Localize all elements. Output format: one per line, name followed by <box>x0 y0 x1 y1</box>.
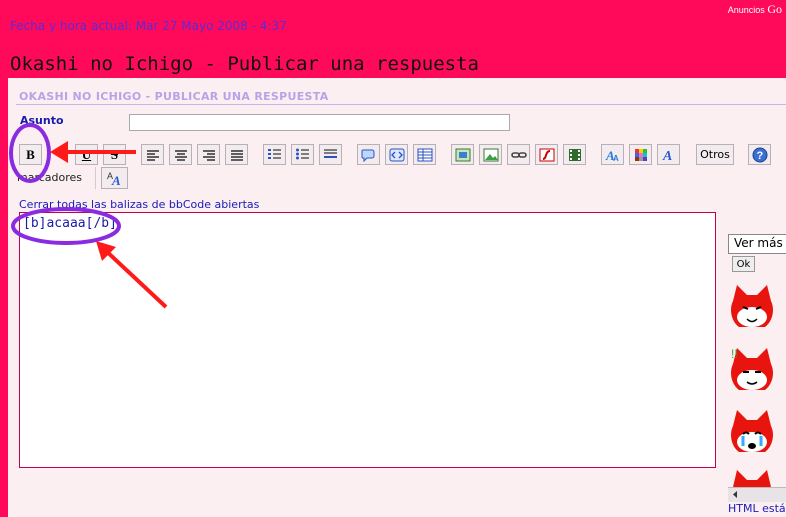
separator <box>95 167 96 189</box>
svg-text:A: A <box>662 149 672 162</box>
video-button[interactable] <box>563 144 586 165</box>
markers-label: marcadores <box>17 171 83 184</box>
link-button[interactable] <box>507 144 530 165</box>
horizontal-rule-icon <box>324 149 337 158</box>
close-all-tags-link[interactable]: Cerrar todas las balizas de bbCode abier… <box>19 198 259 211</box>
font-size-button[interactable]: AA <box>101 167 128 189</box>
ok-button[interactable]: Ok <box>732 256 755 272</box>
unordered-list-icon <box>296 148 309 160</box>
ads-brand: Go <box>767 2 782 16</box>
font-color-button[interactable]: AA <box>601 144 624 165</box>
current-datetime: Fecha y hora actual: Mar 27 Mayo 2008 - … <box>10 19 287 33</box>
code-icon <box>389 148 404 161</box>
align-left-button[interactable] <box>141 144 164 165</box>
bold-icon: B <box>26 146 35 162</box>
quote-icon <box>361 149 374 162</box>
strike-icon: S <box>110 146 119 162</box>
ads-text: Anuncios <box>727 5 765 15</box>
font-face-icon: A <box>662 149 672 162</box>
horizontal-rule-button[interactable] <box>319 144 342 165</box>
unordered-list-button[interactable] <box>291 144 314 165</box>
align-center-icon <box>174 149 187 161</box>
smiley-fox-crying-icon[interactable] <box>729 408 775 458</box>
ordered-list-button[interactable] <box>263 144 286 165</box>
svg-text:A: A <box>111 173 121 186</box>
table-button[interactable] <box>413 144 436 165</box>
quote-button[interactable] <box>357 144 380 165</box>
help-icon: ? <box>752 147 767 162</box>
ver-mas-select[interactable]: Ver más <box>728 234 786 254</box>
justify-button[interactable] <box>225 144 248 165</box>
align-right-icon <box>202 149 215 161</box>
smiley-fox-partial-icon[interactable] <box>729 468 775 487</box>
color-grid-button[interactable] <box>629 144 652 165</box>
justify-icon <box>230 149 243 161</box>
picture-button[interactable] <box>479 144 502 165</box>
font-face-button[interactable]: A <box>657 144 680 165</box>
underline-button[interactable]: U <box>75 144 98 165</box>
code-button[interactable] <box>385 144 408 165</box>
picture-icon <box>483 148 498 161</box>
horizontal-scrollbar[interactable] <box>728 487 786 502</box>
table-icon <box>417 148 432 161</box>
help-button[interactable]: ? <box>748 144 771 165</box>
scroll-left-icon[interactable] <box>729 488 741 501</box>
font-size-icon: AA <box>107 171 121 186</box>
svg-text:?: ? <box>756 150 763 162</box>
subject-label: Asunto <box>20 114 64 127</box>
link-icon <box>510 151 527 158</box>
ordered-list-icon <box>268 149 281 159</box>
flash-button[interactable] <box>535 144 558 165</box>
underline-icon: U <box>81 146 92 162</box>
strike-button[interactable]: S <box>103 144 126 165</box>
subject-input[interactable] <box>129 114 510 131</box>
page-title: Okashi no Ichigo - Publicar una respuest… <box>10 53 479 75</box>
image-button[interactable] <box>451 144 474 165</box>
svg-text:A: A <box>613 154 619 162</box>
divider <box>16 104 786 105</box>
svg-text:!!: !! <box>731 347 738 361</box>
bold-button[interactable]: B <box>19 144 42 165</box>
color-grid-icon <box>634 148 647 161</box>
others-button[interactable]: Otros <box>696 144 734 165</box>
align-center-button[interactable] <box>169 144 192 165</box>
ads-label[interactable]: Anuncios Go <box>728 2 782 17</box>
html-status-link[interactable]: HTML está <box>728 502 786 515</box>
video-icon <box>568 148 581 161</box>
left-border <box>0 78 8 517</box>
panel-heading: OKASHI NO ICHIGO - PUBLICAR UNA RESPUEST… <box>19 90 329 103</box>
flash-icon <box>539 148 554 161</box>
message-textarea[interactable]: [b]acaaa[/b] <box>19 212 716 468</box>
smiley-fox-surprised-icon[interactable]: !! <box>729 346 775 396</box>
smiley-fox-icon[interactable] <box>729 283 775 333</box>
image-icon <box>455 148 470 161</box>
align-left-icon <box>146 149 159 161</box>
font-color-icon: AA <box>605 148 619 162</box>
align-right-button[interactable] <box>197 144 220 165</box>
